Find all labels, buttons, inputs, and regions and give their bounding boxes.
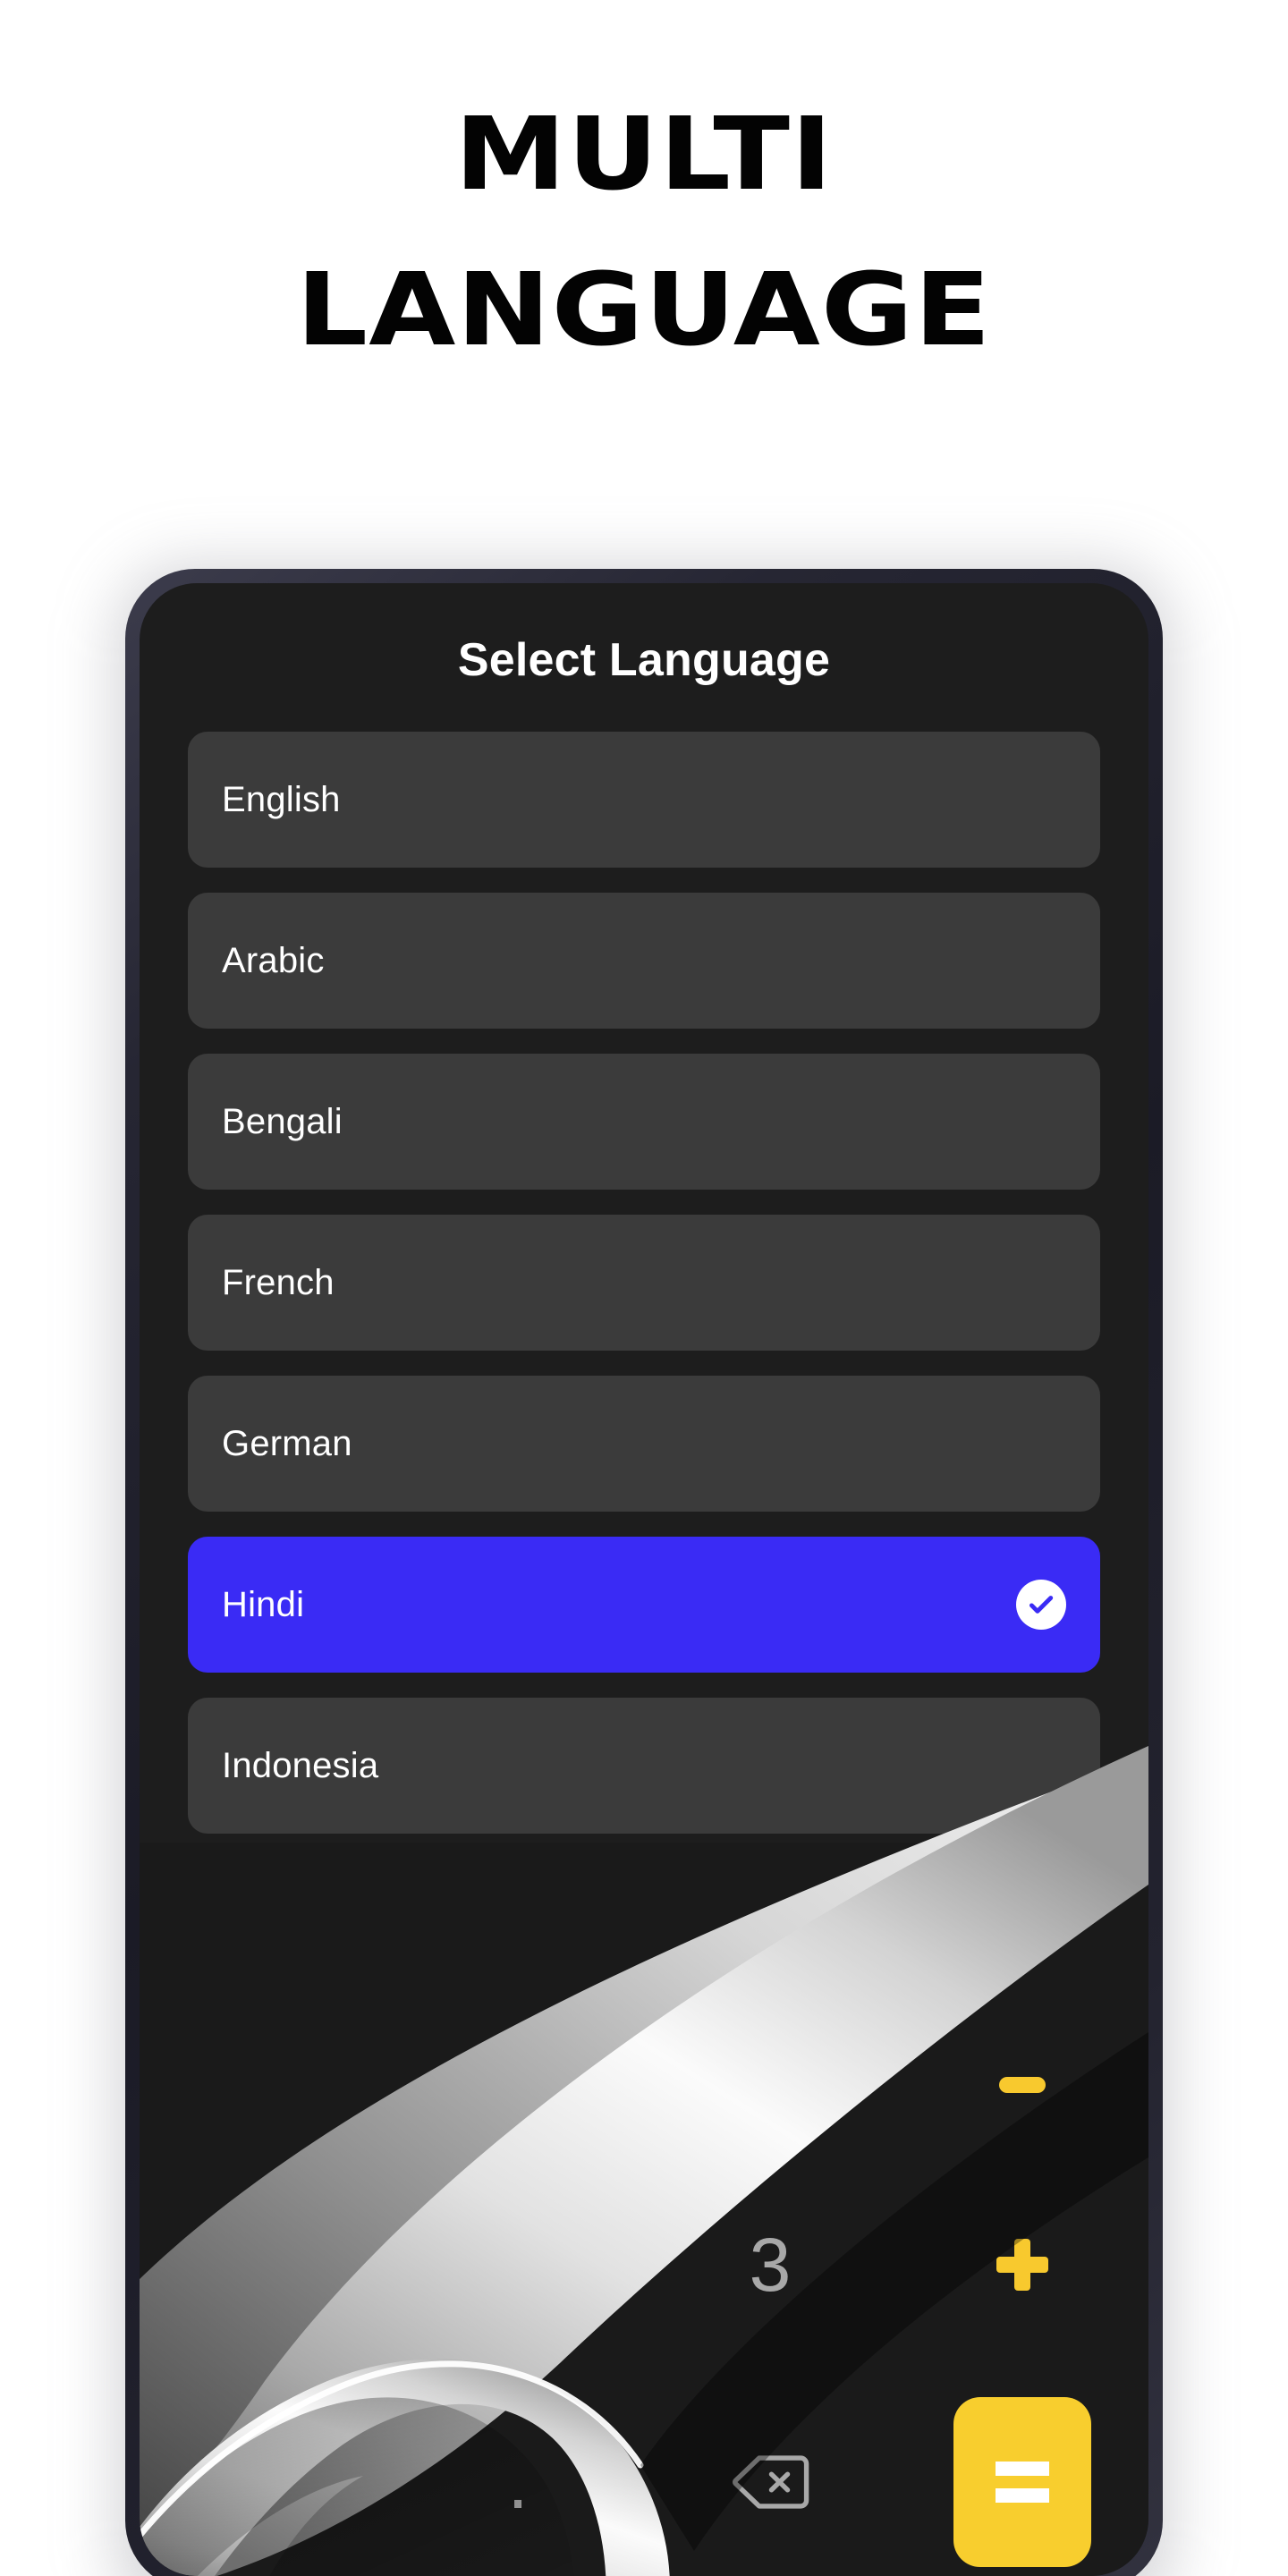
page-title: MULTI LANGUAGE [0,98,1288,367]
language-label: Bengali [222,1101,343,1141]
list-item[interactable]: English [188,732,1100,868]
list-item[interactable]: Indonesia [188,1698,1100,1834]
app-screen-title: Select Language [457,634,831,686]
minus-button[interactable] [896,2077,1148,2093]
calculator-keypad[interactable]: 1 2 3 0 . [140,1843,1148,2576]
list-item[interactable]: Bengali [188,1054,1100,1190]
language-label: English [222,779,341,819]
equals-icon-bar-top [996,2462,1049,2476]
equals-icon-bar-bottom [996,2488,1049,2503]
calculator-number-row: 1 2 3 [140,2227,1148,2302]
digit-label: 3 [749,2223,792,2307]
language-label: Arabic [222,940,325,980]
decimal-label: . [507,2440,529,2524]
decimal-point-button[interactable]: . [392,2397,644,2567]
backspace-icon [731,2453,809,2512]
list-item[interactable]: Arabic [188,893,1100,1029]
plus-button[interactable] [896,2227,1148,2302]
calc-spacer [392,2077,644,2093]
backspace-button[interactable] [644,2397,896,2567]
headline-line-2: LANGUAGE [296,252,992,369]
digit-label: 1 [244,2223,287,2307]
digit-2-button[interactable]: 2 [392,2227,644,2302]
digit-1-button[interactable]: 1 [140,2227,392,2302]
phone-screen: Select Language English Arabic Bengali F… [140,583,1148,2576]
digit-0-button[interactable]: 0 [140,2397,392,2567]
calc-spacer [644,2077,896,2093]
promo-page: MULTI LANGUAGE Select Language English A… [0,0,1288,2576]
digit-label: 2 [496,2223,539,2307]
language-label: Indonesia [222,1745,379,1785]
digit-3-button[interactable]: 3 [644,2227,896,2302]
language-label: French [222,1262,335,1302]
calculator-operator-row [140,2077,1148,2093]
calculator-bottom-row: 0 . [140,2397,1148,2567]
check-circle-icon [1016,1580,1066,1630]
digit-label: 0 [244,2440,287,2524]
phone-frame: Select Language English Arabic Bengali F… [125,569,1163,2576]
equals-button[interactable] [953,2397,1091,2567]
language-label: Hindi [222,1584,305,1624]
headline-line-1: MULTI [454,97,834,213]
list-item-selected[interactable]: Hindi [188,1537,1100,1673]
language-label: German [222,1423,352,1463]
calc-spacer [140,2077,392,2093]
plus-icon [996,2239,1048,2291]
minus-icon [999,2077,1046,2093]
list-item[interactable]: French [188,1215,1100,1351]
list-item[interactable]: German [188,1376,1100,1512]
equals-button-cell [896,2397,1148,2567]
